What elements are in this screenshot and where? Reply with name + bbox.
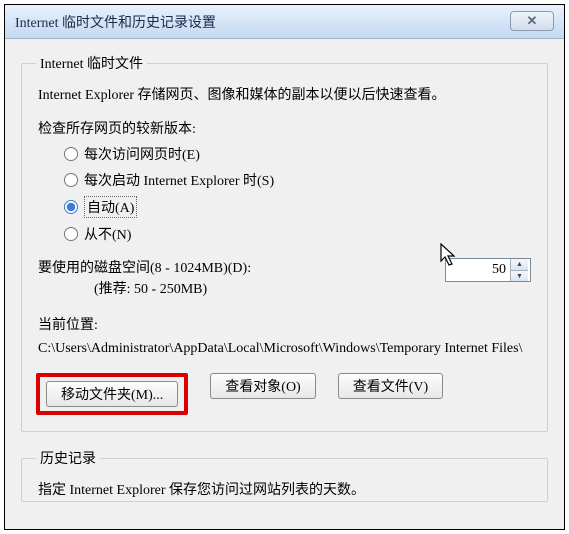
radio-auto[interactable] — [64, 200, 78, 214]
history-description: 指定 Internet Explorer 保存您访问过网站列表的天数。 — [38, 480, 531, 501]
spinner-down[interactable]: ▼ — [511, 271, 528, 282]
move-folder-button[interactable]: 移动文件夹(M)... — [46, 381, 178, 407]
radio-every-start-row: 每次启动 Internet Explorer 时(S) — [64, 170, 533, 190]
history-group: 历史记录 指定 Internet Explorer 保存您访问过网站列表的天数。 — [21, 448, 548, 502]
temp-files-group: Internet 临时文件 Internet Explorer 存储网页、图像和… — [21, 53, 548, 432]
view-objects-button[interactable]: 查看对象(O) — [210, 373, 315, 399]
radio-every-visit-label[interactable]: 每次访问网页时(E) — [84, 144, 200, 164]
view-files-button[interactable]: 查看文件(V) — [338, 373, 443, 399]
window-title: Internet 临时文件和历史记录设置 — [15, 12, 554, 32]
current-location-path: C:\Users\Administrator\AppData\Local\Mic… — [38, 338, 531, 359]
settings-dialog: Internet 临时文件和历史记录设置 ✕ Internet 临时文件 Int… — [5, 5, 564, 529]
disk-space-recommend: (推荐: 50 - 250MB) — [94, 279, 435, 300]
close-button[interactable]: ✕ — [510, 11, 554, 31]
radio-every-visit-row: 每次访问网页时(E) — [64, 144, 533, 164]
close-icon: ✕ — [527, 13, 538, 29]
move-folder-highlight: 移动文件夹(M)... — [36, 373, 188, 415]
radio-auto-label[interactable]: 自动(A) — [84, 196, 137, 218]
spinner-buttons: ▲ ▼ — [510, 259, 528, 281]
temp-files-buttons: 移动文件夹(M)... 查看对象(O) 查看文件(V) — [36, 373, 533, 415]
disk-space-row: 要使用的磁盘空间(8 - 1024MB)(D): (推荐: 50 - 250MB… — [38, 258, 531, 300]
disk-space-label: 要使用的磁盘空间(8 - 1024MB)(D): — [38, 258, 435, 279]
disk-space-spinner: ▲ ▼ — [445, 258, 531, 282]
radio-every-visit[interactable] — [64, 147, 78, 161]
temp-files-description: Internet Explorer 存储网页、图像和媒体的副本以便以后快速查看。 — [38, 85, 531, 106]
radio-never-row: 从不(N) — [64, 224, 533, 244]
spinner-up[interactable]: ▲ — [511, 259, 528, 271]
radio-auto-row: 自动(A) — [64, 196, 533, 218]
radio-never[interactable] — [64, 227, 78, 241]
disk-space-input[interactable] — [446, 259, 510, 281]
history-legend: 历史记录 — [36, 448, 100, 468]
check-newer-label: 检查所存网页的较新版本: — [38, 118, 531, 138]
radio-every-start[interactable] — [64, 173, 78, 187]
temp-files-legend: Internet 临时文件 — [36, 53, 147, 73]
titlebar: Internet 临时文件和历史记录设置 ✕ — [5, 5, 564, 39]
dialog-content: Internet 临时文件 Internet Explorer 存储网页、图像和… — [5, 39, 564, 502]
radio-every-start-label[interactable]: 每次启动 Internet Explorer 时(S) — [84, 170, 274, 190]
current-location-label: 当前位置: — [38, 314, 531, 334]
radio-never-label[interactable]: 从不(N) — [84, 224, 131, 244]
version-check-radios: 每次访问网页时(E) 每次启动 Internet Explorer 时(S) 自… — [64, 144, 533, 244]
disk-label-block: 要使用的磁盘空间(8 - 1024MB)(D): (推荐: 50 - 250MB… — [38, 258, 435, 300]
